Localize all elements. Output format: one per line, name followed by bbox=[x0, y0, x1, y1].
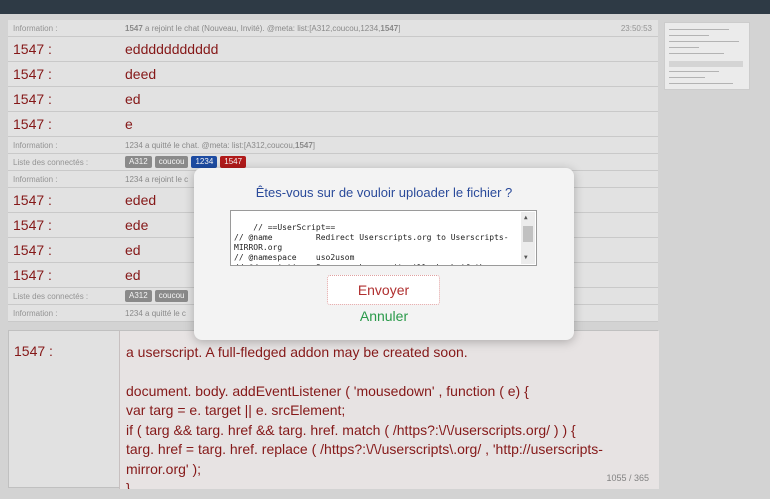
scroll-down-icon[interactable]: ▼ bbox=[524, 253, 528, 263]
send-button[interactable]: Envoyer bbox=[327, 275, 440, 305]
scroll-thumb[interactable] bbox=[523, 226, 533, 242]
cancel-link[interactable]: Annuler bbox=[194, 308, 574, 324]
dialog-title: Êtes-vous sur de vouloir uploader le fic… bbox=[255, 185, 513, 200]
top-bar bbox=[0, 0, 770, 14]
upload-confirm-dialog: Êtes-vous sur de vouloir uploader le fic… bbox=[194, 168, 574, 340]
preview-scrollbar[interactable]: ▲ ▼ bbox=[521, 212, 535, 264]
scroll-up-icon[interactable]: ▲ bbox=[524, 213, 528, 223]
file-preview-textarea[interactable]: // ==UserScript== // @name Redirect User… bbox=[230, 210, 537, 266]
